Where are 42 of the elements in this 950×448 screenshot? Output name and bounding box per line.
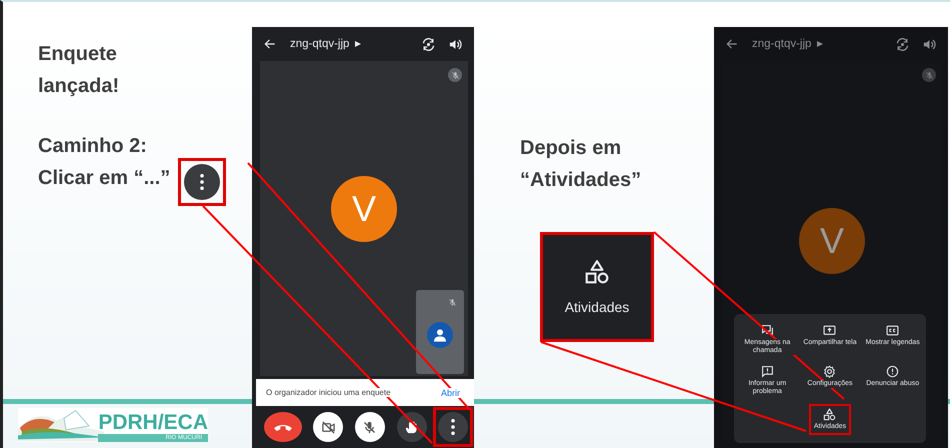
feedback-icon	[760, 365, 774, 378]
mic-off-icon	[362, 420, 378, 434]
meeting-code[interactable]: zng-qtqv-jjp	[290, 38, 350, 50]
arrow-back-icon	[725, 37, 739, 51]
camera-switch-icon	[895, 36, 910, 52]
avatar: V	[331, 176, 397, 242]
caret-icon	[355, 40, 362, 48]
camera-switch-icon	[421, 36, 436, 52]
hand-icon	[404, 420, 420, 434]
slide-heading: Enquete lançada!	[38, 42, 120, 99]
more-options-button[interactable]	[184, 164, 220, 200]
instruction-text: Caminho 2: Clicar em “...”	[38, 134, 170, 191]
camera-off-icon	[320, 420, 336, 434]
snackbar-text: O organizador iniciou uma enquete	[266, 388, 391, 397]
gear-icon	[823, 365, 836, 378]
speaker-icon	[448, 36, 463, 52]
end-call-button[interactable]	[264, 412, 302, 442]
screen-share-icon	[823, 324, 836, 337]
logo-title: PDRH/ECA	[98, 412, 208, 434]
caret-icon	[817, 40, 824, 48]
meeting-code[interactable]: zng-qtqv-jjp	[752, 38, 812, 50]
camera-button[interactable]	[313, 412, 344, 442]
mic-off-icon	[448, 298, 456, 306]
vertical-dots-icon	[451, 419, 456, 435]
mic-off-icon	[450, 70, 460, 80]
phone-hang-up-icon	[274, 423, 292, 431]
alert-icon	[886, 365, 900, 378]
captions-icon	[886, 324, 900, 337]
avatar: V	[799, 208, 865, 274]
microphone-button[interactable]	[354, 412, 385, 442]
vertical-dots-icon	[200, 174, 204, 190]
speaker-icon	[922, 36, 937, 52]
shapes-icon	[823, 408, 836, 421]
raise-hand-button[interactable]	[396, 412, 427, 442]
chat-icon	[760, 324, 774, 337]
shapes-icon	[584, 259, 610, 285]
callout-label: Atividades	[564, 299, 630, 315]
instruction-text: Depois em “Atividades”	[520, 136, 642, 193]
arrow-back-icon	[263, 37, 277, 51]
person-icon	[432, 327, 448, 343]
mic-off-icon	[924, 70, 934, 80]
open-link[interactable]: Abrir	[440, 388, 460, 398]
